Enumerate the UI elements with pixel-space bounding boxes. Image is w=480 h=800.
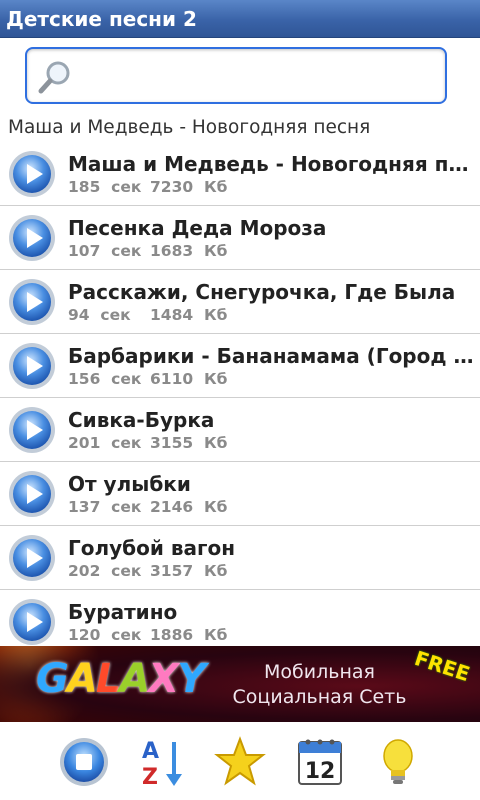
lightbulb-icon[interactable] bbox=[372, 736, 424, 788]
song-meta: 156 сек 6110 Кб bbox=[68, 370, 227, 388]
unit-sec: сек bbox=[111, 178, 142, 196]
song-meta: 202 сек 3157 Кб bbox=[68, 562, 227, 580]
unit-sec: сек bbox=[100, 306, 131, 324]
calendar-icon[interactable]: 12 bbox=[294, 736, 346, 788]
banner-line-2: Социальная Сеть bbox=[232, 686, 407, 708]
play-icon[interactable] bbox=[8, 406, 56, 454]
play-icon[interactable] bbox=[8, 598, 56, 646]
svg-text:A: A bbox=[142, 739, 159, 764]
song-title: Маша и Медведь - Новогодняя песня bbox=[68, 152, 478, 176]
song-size: 2146 bbox=[150, 498, 194, 516]
search-input[interactable] bbox=[89, 59, 433, 95]
unit-sec: сек bbox=[111, 242, 142, 260]
song-row[interactable]: Барбарики - Бананамама (Город детства) 15… bbox=[0, 334, 480, 398]
favorites-star-icon[interactable] bbox=[214, 736, 266, 788]
unit-sec: сек bbox=[111, 498, 142, 516]
song-title: Расскажи, Снегурочка, Где Была bbox=[68, 280, 456, 304]
banner-line-1: Мобильная bbox=[264, 661, 375, 683]
song-size: 1886 bbox=[150, 626, 194, 644]
song-meta: 120 сек 1886 Кб bbox=[68, 626, 227, 644]
song-title: От улыбки bbox=[68, 472, 191, 496]
unit-kb: Кб bbox=[203, 562, 228, 580]
banner-text: Мобильная Социальная Сеть bbox=[212, 660, 427, 710]
song-row[interactable]: Буратино 120 сек 1886 Кб bbox=[0, 590, 480, 646]
unit-sec: сек bbox=[111, 434, 142, 452]
song-size: 7230 bbox=[150, 178, 194, 196]
unit-kb: Кб bbox=[203, 242, 228, 260]
song-duration: 201 bbox=[68, 434, 101, 452]
song-list[interactable]: Маша и Медведь - Новогодняя песня 185 сек… bbox=[0, 142, 480, 646]
song-meta: 137 сек 2146 Кб bbox=[68, 498, 227, 516]
song-duration: 120 bbox=[68, 626, 101, 644]
song-meta: 201 сек 3155 Кб bbox=[68, 434, 227, 452]
song-duration: 202 bbox=[68, 562, 101, 580]
song-title: Буратино bbox=[68, 600, 178, 624]
song-size: 1683 bbox=[150, 242, 194, 260]
play-icon[interactable] bbox=[8, 278, 56, 326]
song-size: 3155 bbox=[150, 434, 194, 452]
song-row[interactable]: Голубой вагон 202 сек 3157 Кб bbox=[0, 526, 480, 590]
unit-kb: Кб bbox=[203, 370, 228, 388]
song-row[interactable]: Маша и Медведь - Новогодняя песня 185 сек… bbox=[0, 142, 480, 206]
stop-button[interactable] bbox=[58, 736, 110, 788]
song-title: Голубой вагон bbox=[68, 536, 236, 560]
now-playing-label: Маша и Медведь - Новогодняя песня bbox=[8, 117, 371, 138]
unit-kb: Кб bbox=[203, 178, 228, 196]
song-meta: 94 сек 1484 Кб bbox=[68, 306, 227, 324]
song-duration: 156 bbox=[68, 370, 101, 388]
bottom-toolbar: A Z 12 bbox=[0, 722, 480, 800]
play-icon[interactable] bbox=[8, 150, 56, 198]
app-title: Детские песни 2 bbox=[6, 7, 197, 31]
song-size: 1484 bbox=[150, 306, 194, 324]
unit-kb: Кб bbox=[203, 434, 228, 452]
search-box[interactable] bbox=[25, 47, 447, 104]
song-row[interactable]: Сивка-Бурка 201 сек 3155 Кб bbox=[0, 398, 480, 462]
song-row[interactable]: Песенка Деда Мороза 107 сек 1683 Кб bbox=[0, 206, 480, 270]
unit-sec: сек bbox=[111, 370, 142, 388]
play-icon[interactable] bbox=[8, 470, 56, 518]
song-duration: 107 bbox=[68, 242, 101, 260]
unit-kb: Кб bbox=[203, 498, 228, 516]
calendar-day: 12 bbox=[305, 759, 336, 784]
song-row[interactable]: Расскажи, Снегурочка, Где Была 94 сек 1484… bbox=[0, 270, 480, 334]
app-title-bar: Детские песни 2 bbox=[0, 0, 480, 38]
song-meta: 185 сек 7230 Кб bbox=[68, 178, 227, 196]
svg-text:Z: Z bbox=[142, 765, 158, 788]
play-icon[interactable] bbox=[8, 214, 56, 262]
song-size: 3157 bbox=[150, 562, 194, 580]
song-title: Песенка Деда Мороза bbox=[68, 216, 327, 240]
play-icon[interactable] bbox=[8, 342, 56, 390]
song-title: Сивка-Бурка bbox=[68, 408, 215, 432]
song-size: 6110 bbox=[150, 370, 194, 388]
unit-sec: сек bbox=[111, 562, 142, 580]
song-duration: 137 bbox=[68, 498, 101, 516]
song-duration: 185 bbox=[68, 178, 101, 196]
ad-banner[interactable]: GALAXY Мобильная Социальная Сеть FREE bbox=[0, 646, 480, 722]
song-row[interactable]: От улыбки 137 сек 2146 Кб bbox=[0, 462, 480, 526]
play-icon[interactable] bbox=[8, 534, 56, 582]
sort-az-icon[interactable]: A Z bbox=[136, 736, 188, 788]
banner-logo: GALAXY bbox=[36, 656, 206, 702]
song-duration: 94 bbox=[68, 306, 90, 324]
search-icon bbox=[38, 61, 70, 94]
song-meta: 107 сек 1683 Кб bbox=[68, 242, 227, 260]
unit-sec: сек bbox=[111, 626, 142, 644]
song-title: Барбарики - Бананамама (Город детства) bbox=[68, 344, 478, 368]
unit-kb: Кб bbox=[203, 306, 228, 324]
unit-kb: Кб bbox=[203, 626, 228, 644]
